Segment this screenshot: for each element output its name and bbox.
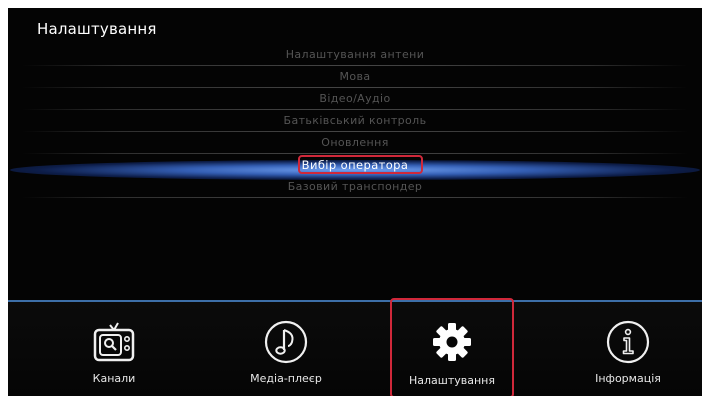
- menu-item-update[interactable]: Оновлення: [8, 132, 702, 154]
- settings-menu: Налаштування антени Мова Відео/Аудіо Бат…: [8, 44, 702, 198]
- nav-label: Канали: [92, 372, 136, 385]
- tv-search-icon: [93, 322, 135, 362]
- bottom-navigation: Канали Медіа-плеєр Налаштування Інформац…: [8, 298, 702, 396]
- nav-item-media-player[interactable]: Медіа-плеєр: [221, 302, 351, 396]
- menu-item-label: Налаштування антени: [285, 48, 425, 61]
- info-icon: [606, 320, 650, 364]
- gear-icon: [433, 323, 471, 361]
- page-title: Налаштування: [37, 20, 157, 38]
- menu-item-label: Мова: [339, 70, 371, 83]
- selection-highlight-frame: [298, 155, 423, 174]
- music-note-icon: [264, 320, 308, 364]
- menu-item-label: Оновлення: [321, 136, 389, 149]
- settings-screen: Налаштування Налаштування антени Мова Ві…: [8, 8, 702, 396]
- nav-item-channels[interactable]: Канали: [49, 302, 179, 396]
- nav-label: Налаштування: [409, 374, 495, 387]
- nav-label: Інформація: [595, 372, 661, 385]
- nav-item-information[interactable]: Інформація: [563, 302, 693, 396]
- menu-item-label: Батьківський контроль: [283, 114, 427, 127]
- menu-item-label: Відео/Аудіо: [319, 92, 391, 105]
- menu-item-parental-control[interactable]: Батьківський контроль: [8, 110, 702, 132]
- menu-item-language[interactable]: Мова: [8, 66, 702, 88]
- menu-item-video-audio[interactable]: Відео/Аудіо: [8, 88, 702, 110]
- menu-item-label: Базовий транспондер: [287, 180, 423, 193]
- nav-label: Медіа-плеєр: [250, 372, 322, 385]
- nav-item-settings[interactable]: Налаштування: [390, 298, 514, 396]
- menu-item-base-transponder[interactable]: Базовий транспондер: [8, 176, 702, 198]
- menu-item-antenna-settings[interactable]: Налаштування антени: [8, 44, 702, 66]
